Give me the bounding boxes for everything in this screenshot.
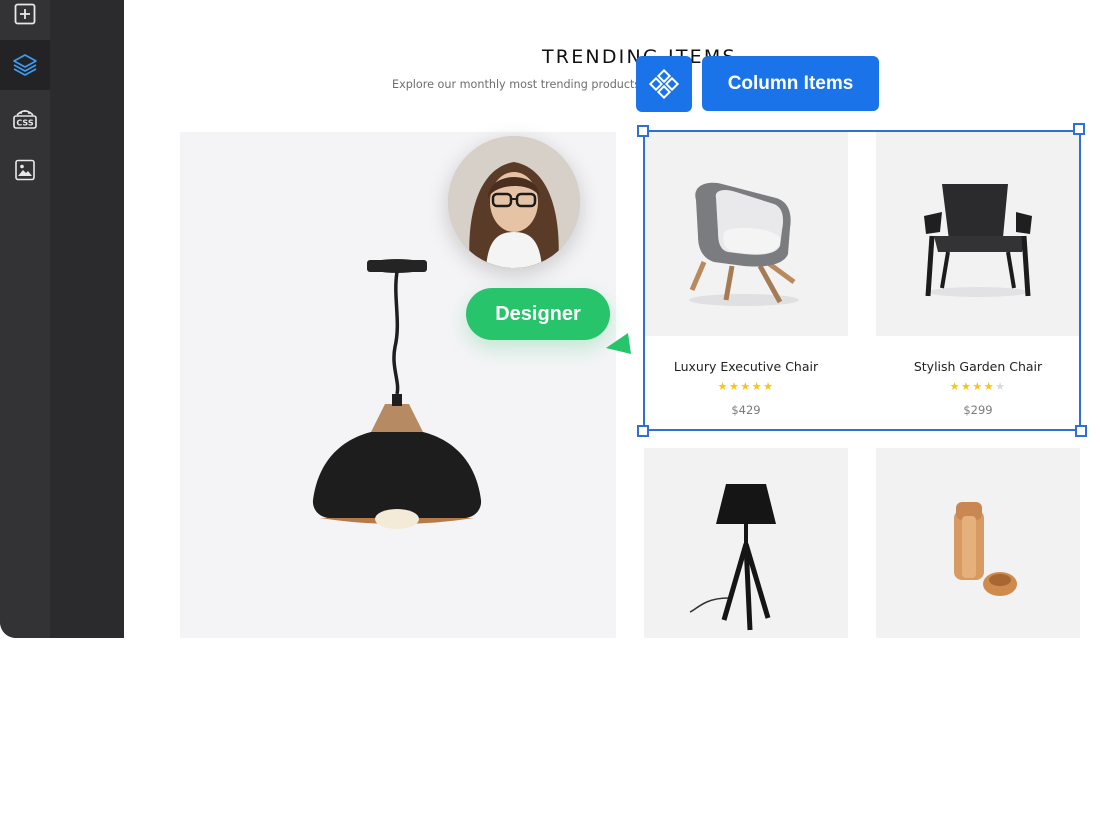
- column-items-icon: [649, 69, 679, 99]
- media-button[interactable]: [0, 145, 50, 195]
- product-image[interactable]: [644, 448, 848, 638]
- tripod-lamp-image: [689, 484, 776, 631]
- resize-handle-bottom-left[interactable]: [637, 425, 649, 437]
- product-card[interactable]: [876, 448, 1080, 638]
- section-subtitle: Explore our monthly most trending produc…: [392, 78, 671, 91]
- plus-square-icon: [14, 3, 36, 25]
- avatar-photo: [448, 136, 580, 268]
- element-type-button[interactable]: [636, 56, 692, 112]
- css-icon: CSS: [13, 110, 37, 129]
- product-card[interactable]: [644, 448, 848, 638]
- add-element-button[interactable]: [0, 0, 50, 39]
- resize-handle-bottom-right[interactable]: [1075, 425, 1087, 437]
- resize-handle-top-right[interactable]: [1073, 123, 1085, 135]
- layers-icon: [13, 54, 37, 76]
- selection-label[interactable]: Column Items: [702, 56, 879, 111]
- editor-sidebar: CSS: [0, 0, 124, 638]
- tool-rail: CSS: [0, 0, 50, 638]
- collaborator-name-tag: Designer: [466, 288, 610, 340]
- column-items-selection-box[interactable]: [643, 130, 1081, 431]
- collaborator-cursor-icon: [606, 333, 631, 354]
- wooden-grinder-image: [954, 502, 1017, 596]
- custom-css-button[interactable]: CSS: [0, 93, 50, 143]
- image-icon: [15, 159, 35, 181]
- layers-button[interactable]: [0, 40, 50, 90]
- css-icon-label: CSS: [16, 119, 33, 128]
- resize-handle-top-left[interactable]: [637, 125, 649, 137]
- collaborator-avatar: [448, 136, 580, 268]
- product-image[interactable]: [876, 448, 1080, 638]
